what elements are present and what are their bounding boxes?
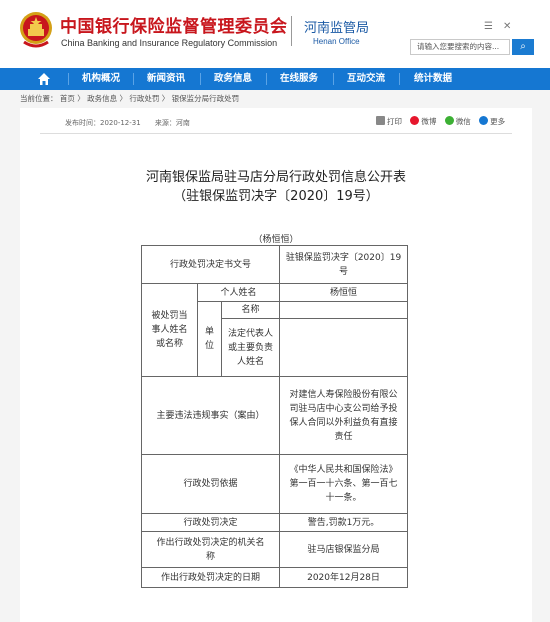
facts-line: 责任: [334, 431, 353, 442]
breadcrumb[interactable]: 当前位置： 首页 〉 政务信息 〉 行政处罚 〉 银保监分局行政处罚: [20, 92, 239, 106]
more-label: 更多: [490, 117, 506, 126]
table-row: 主要违法违规事实（案由） 对建信人寿保险股份有限公 司驻马店中心支公司给予投 保…: [141, 376, 408, 455]
nav-item-statistics[interactable]: 统计数据: [414, 68, 452, 90]
weibo-button[interactable]: 微博: [410, 116, 437, 126]
print-button[interactable]: 打印: [376, 116, 402, 126]
article-meta: 发布时间：2020-12-31 来源：河南: [65, 118, 202, 128]
print-icon: [376, 116, 385, 125]
nav-divider: [200, 73, 201, 85]
party-label: 被处罚当 事人姓名 或名称: [141, 283, 198, 377]
penalized-person: （杨恒恒）: [253, 235, 299, 245]
facts-line: 对建信人寿保险股份有限公: [289, 389, 398, 400]
top-icons: ☰ ✕: [484, 14, 521, 33]
table-row: 行政处罚决定书文号 驻银保监罚决字〔2020〕19 号: [141, 245, 408, 284]
individual-label: 个人姓名: [197, 283, 280, 302]
wechat-icon: [444, 116, 454, 125]
facts-line: 保人合同以外利益负有直接: [289, 417, 398, 428]
header-divider: [291, 16, 292, 46]
basis-label: 行政处罚依据: [141, 454, 280, 514]
search-input[interactable]: 请输入您要搜索的内容...: [410, 39, 510, 55]
nav-divider: [68, 73, 69, 85]
weibo-label: 微博: [421, 117, 437, 126]
facts-value: 对建信人寿保险股份有限公 司驻马店中心支公司给予投 保人合同以外利益负有直接 责…: [279, 376, 408, 455]
nav-divider: [333, 73, 334, 85]
main-nav: 机构概况 新闻资讯 政务信息 在线服务 互动交流 统计数据: [0, 68, 550, 90]
search-button[interactable]: ⌕: [512, 39, 534, 55]
party-label-line: 事人姓名: [151, 325, 188, 335]
party-label-line: 被处罚当: [151, 311, 188, 321]
article-subtitle: （驻银保监罚决字〔2020〕19号）: [173, 189, 379, 204]
search-icon: ⌕: [520, 41, 526, 52]
unit-name-label: 名称: [221, 301, 280, 319]
penalty-table: 行政处罚决定书文号 驻银保监罚决字〔2020〕19 号 被处罚当 事人姓名 或名…: [141, 245, 408, 588]
individual-value: 杨恒恒: [279, 283, 408, 302]
publish-time: 发布时间：2020-12-31: [65, 119, 141, 127]
office-title-en: Henan Office: [313, 37, 360, 46]
table-row: 作出行政处罚决定的日期 2020年12月28日: [141, 567, 408, 588]
decision-no-label: 行政处罚决定书文号: [141, 245, 280, 284]
basis-line: 《中华人民共和国保险法》: [289, 465, 398, 475]
authority-label-line: 称: [205, 551, 215, 562]
table-row: 行政处罚依据 《中华人民共和国保险法》 第一百一十六条、第一百七 十一条。: [141, 454, 408, 514]
nav-item-about[interactable]: 机构概况: [82, 68, 120, 90]
authority-label: 作出行政处罚决定的机关名 称: [141, 531, 280, 568]
weibo-icon: [410, 116, 420, 125]
basis-value: 《中华人民共和国保险法》 第一百一十六条、第一百七 十一条。: [279, 454, 408, 514]
article-title: 河南银保监局驻马店分局行政处罚信息公开表: [145, 170, 406, 185]
facts-label: 主要违法违规事实（案由）: [141, 376, 280, 455]
decision-no-value: 驻银保监罚决字〔2020〕19 号: [279, 245, 408, 284]
unit-label-line: 单: [204, 327, 214, 337]
date-label: 作出行政处罚决定的日期: [141, 567, 280, 588]
nav-item-government[interactable]: 政务信息: [214, 68, 252, 90]
unit-label-line: 位: [204, 341, 214, 351]
decision-value: 警告,罚款1万元。: [279, 513, 408, 532]
article-source: 来源：河南: [154, 119, 190, 127]
more-button[interactable]: 更多: [479, 116, 506, 126]
wechat-label: 微信: [455, 117, 471, 126]
share-bar: 打印 微博 微信 更多: [376, 116, 511, 127]
home-icon[interactable]: [37, 72, 51, 86]
brand-title-cn: 中国银行保险监督管理委员会: [60, 17, 288, 37]
date-value: 2020年12月28日: [279, 567, 408, 588]
table-row: 行政处罚决定 警告,罚款1万元。: [141, 513, 408, 532]
close-icon[interactable]: ✕: [503, 21, 511, 32]
brand-title-en: China Banking and Insurance Regulatory C…: [61, 38, 278, 48]
nav-item-news[interactable]: 新闻资讯: [147, 68, 185, 90]
nav-divider: [399, 73, 400, 85]
legal-rep-line: 或主要负责: [227, 342, 273, 353]
basis-line: 第一百一十六条、第一百七: [289, 479, 398, 489]
unit-name-value: [279, 301, 408, 319]
office-title-cn: 河南监管局: [304, 21, 370, 36]
article-card: 发布时间：2020-12-31 来源：河南 打印 微博 微信 更多 河南银保监局…: [20, 108, 532, 622]
table-row: 作出行政处罚决定的机关名 称 驻马店银保监分局: [141, 531, 408, 568]
basis-line: 十一条。: [325, 493, 362, 503]
facts-line: 司驻马店中心支公司给予投: [289, 403, 398, 414]
nav-item-interaction[interactable]: 互动交流: [347, 68, 385, 90]
authority-value: 驻马店银保监分局: [279, 531, 408, 568]
authority-label-line: 作出行政处罚决定的机关名: [156, 537, 265, 548]
print-label: 打印: [387, 117, 402, 126]
national-emblem-icon: [20, 12, 52, 48]
legal-rep-label: 法定代表人 或主要负责 人姓名: [221, 318, 280, 377]
legal-rep-value: [279, 318, 408, 377]
decision-no-line: 驻银保监罚决字〔2020〕19: [285, 252, 402, 263]
nav-divider: [266, 73, 267, 85]
legal-rep-line: 人姓名: [236, 356, 264, 367]
nav-divider: [133, 73, 134, 85]
plus-icon: [479, 116, 489, 125]
decision-no-line: 号: [338, 266, 348, 277]
meta-divider: [40, 133, 512, 134]
nav-item-online-service[interactable]: 在线服务: [280, 68, 318, 90]
list-icon[interactable]: ☰: [484, 21, 493, 32]
legal-rep-line: 法定代表人: [227, 328, 273, 339]
decision-label: 行政处罚决定: [141, 513, 280, 532]
table-row: 被处罚当 事人姓名 或名称 个人姓名 杨恒恒: [141, 283, 408, 377]
site-header: 中国银行保险监督管理委员会 China Banking and Insuranc…: [0, 0, 550, 68]
party-label-line: 或名称: [155, 339, 183, 349]
wechat-button[interactable]: 微信: [444, 116, 471, 126]
unit-label: 单 位: [197, 301, 222, 377]
